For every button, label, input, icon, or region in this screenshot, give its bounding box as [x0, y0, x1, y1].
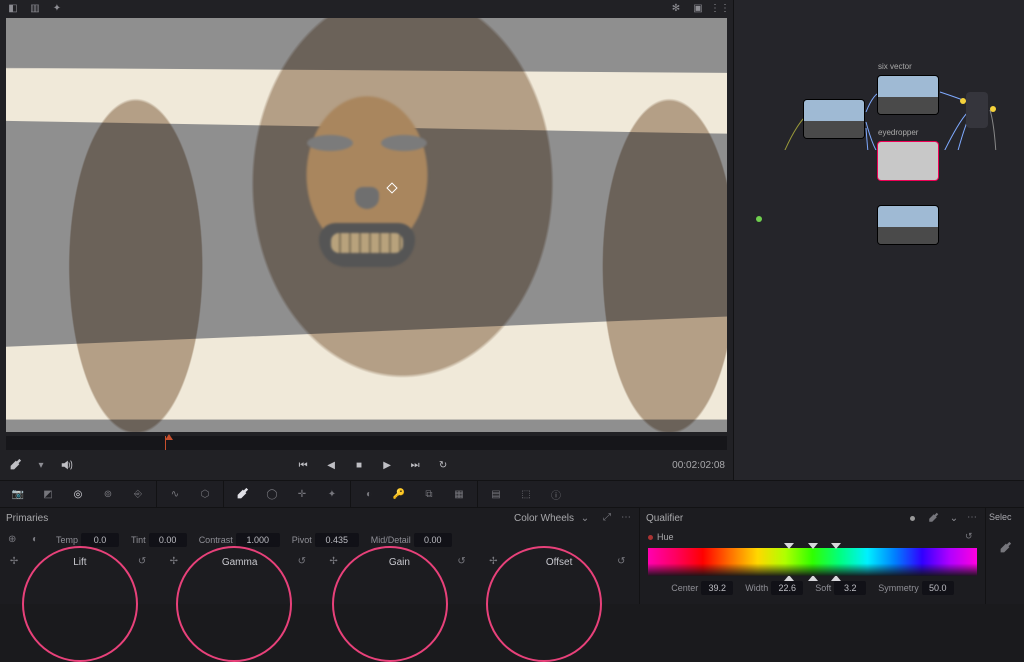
soft-label: Soft — [815, 583, 831, 593]
expand-icon[interactable]: ⤢ — [603, 512, 615, 524]
eyedropper-tool-icon[interactable] — [8, 458, 22, 472]
node-port[interactable] — [960, 98, 966, 104]
split-view-icon[interactable]: ▥ — [28, 1, 42, 15]
hue-reset-icon[interactable]: ↺ — [965, 531, 977, 543]
color-wheels-icon[interactable]: ◎ — [70, 486, 86, 502]
lift-adjust-icon[interactable]: ✢ — [10, 556, 22, 568]
symmetry-input[interactable] — [922, 581, 954, 595]
options-icon[interactable]: ⋯ — [967, 512, 979, 524]
curves-icon[interactable]: ∿ — [167, 486, 183, 502]
lift-reset-icon[interactable]: ↺ — [138, 556, 150, 568]
node-graph[interactable]: 01 six vector 02 eyedropper 03 04 — [734, 0, 1024, 480]
keyframes-icon[interactable]: ▤ — [488, 486, 504, 502]
wand-icon[interactable]: ✦ — [50, 1, 64, 15]
symmetry-label: Symmetry — [878, 583, 919, 593]
camera-raw-icon[interactable]: 📷 — [10, 486, 26, 502]
temp-label: Temp — [56, 535, 78, 545]
qualifier-icon[interactable] — [234, 486, 250, 502]
node-mixer[interactable] — [966, 92, 988, 128]
gamma-adjust-icon[interactable]: ✢ — [170, 556, 182, 568]
soft-input[interactable] — [834, 581, 866, 595]
picker-icon[interactable]: ◐ — [32, 534, 44, 546]
tracking-icon[interactable]: ✛ — [294, 486, 310, 502]
info-icon[interactable]: ⓘ — [548, 486, 564, 502]
gamma-reset-icon[interactable]: ↺ — [298, 556, 310, 568]
color-warper-icon[interactable]: ⬡ — [197, 486, 213, 502]
highlight-a-icon[interactable]: ✻ — [669, 1, 683, 15]
selection-panel-title: Selec — [989, 512, 1021, 522]
scopes-icon[interactable]: ⬚ — [518, 486, 534, 502]
wheel-mode-selector[interactable]: Color Wheels — [514, 513, 574, 524]
center-input[interactable] — [701, 581, 733, 595]
options-icon[interactable]: ⋯ — [621, 512, 633, 524]
qualifier-mode-dot[interactable] — [910, 516, 915, 521]
chevron-down-icon[interactable]: ⌄ — [580, 513, 590, 523]
rgb-mixer-icon[interactable]: ⊚ — [100, 486, 116, 502]
chevron-down-icon[interactable]: ⌄ — [949, 513, 959, 523]
first-frame-button[interactable]: ⏮ — [296, 458, 310, 472]
contrast-input[interactable] — [236, 533, 280, 547]
center-label: Center — [671, 583, 698, 593]
middetail-input[interactable] — [414, 533, 452, 547]
width-label: Width — [745, 583, 768, 593]
node-label: six vector — [878, 62, 912, 71]
selection-eyedropper-icon[interactable] — [997, 540, 1013, 556]
prev-frame-button[interactable]: ◀ — [324, 458, 338, 472]
offset-reset-icon[interactable]: ↺ — [617, 556, 629, 568]
play-button[interactable]: ▶ — [380, 458, 394, 472]
tint-input[interactable] — [149, 533, 187, 547]
highlight-b-icon[interactable]: ▣ — [691, 1, 705, 15]
node-02[interactable]: 02 — [878, 76, 938, 114]
viewer-canvas[interactable] — [6, 18, 727, 432]
pivot-input[interactable] — [315, 533, 359, 547]
node-label: eyedropper — [878, 128, 918, 137]
view-options-icon[interactable]: ⋮⋮ — [713, 1, 727, 15]
motion-effects-icon[interactable]: ⎆ — [130, 486, 146, 502]
contrast-label: Contrast — [199, 535, 233, 545]
viewer-timeline[interactable] — [6, 436, 727, 450]
gain-adjust-icon[interactable]: ✢ — [329, 556, 341, 568]
dropdown-caret-icon[interactable]: ▾ — [36, 460, 46, 470]
magic-mask-icon[interactable]: ✦ — [324, 486, 340, 502]
window-icon[interactable]: ◯ — [264, 486, 280, 502]
qualifier-eyedropper-icon[interactable] — [925, 510, 941, 526]
timecode-display[interactable]: 00:02:02:08 — [672, 460, 725, 471]
key-icon[interactable]: 🔑 — [391, 486, 407, 502]
node-04[interactable]: 04 — [878, 206, 938, 244]
width-input[interactable] — [771, 581, 803, 595]
node-01[interactable]: 01 — [804, 100, 864, 138]
next-frame-button[interactable]: ⏭ — [408, 458, 422, 472]
tint-label: Tint — [131, 535, 146, 545]
blur-icon[interactable]: ◐ — [361, 486, 377, 502]
stereo-icon[interactable]: ▦ — [451, 486, 467, 502]
image-adjust-icon[interactable]: ◧ — [6, 1, 20, 15]
node-port[interactable] — [990, 106, 996, 112]
node-03[interactable]: 03 — [878, 142, 938, 180]
graph-input-dot[interactable] — [756, 216, 762, 222]
pivot-label: Pivot — [292, 535, 312, 545]
gain-reset-icon[interactable]: ↺ — [457, 556, 469, 568]
hue-label: Hue — [657, 532, 674, 542]
hue-spectrum[interactable] — [648, 548, 977, 576]
qualifier-title: Qualifier — [646, 513, 683, 524]
hue-enable-dot[interactable] — [648, 535, 653, 540]
audio-mute-icon[interactable] — [60, 458, 74, 472]
temp-input[interactable] — [81, 533, 119, 547]
primaries-title: Primaries — [6, 513, 48, 524]
sizing-icon[interactable]: ⧉ — [421, 486, 437, 502]
color-match-icon[interactable]: ◩ — [40, 486, 56, 502]
middetail-label: Mid/Detail — [371, 535, 411, 545]
auto-balance-icon[interactable]: ⊕ — [8, 534, 20, 546]
stop-button[interactable]: ■ — [352, 458, 366, 472]
loop-button[interactable]: ↻ — [436, 458, 450, 472]
